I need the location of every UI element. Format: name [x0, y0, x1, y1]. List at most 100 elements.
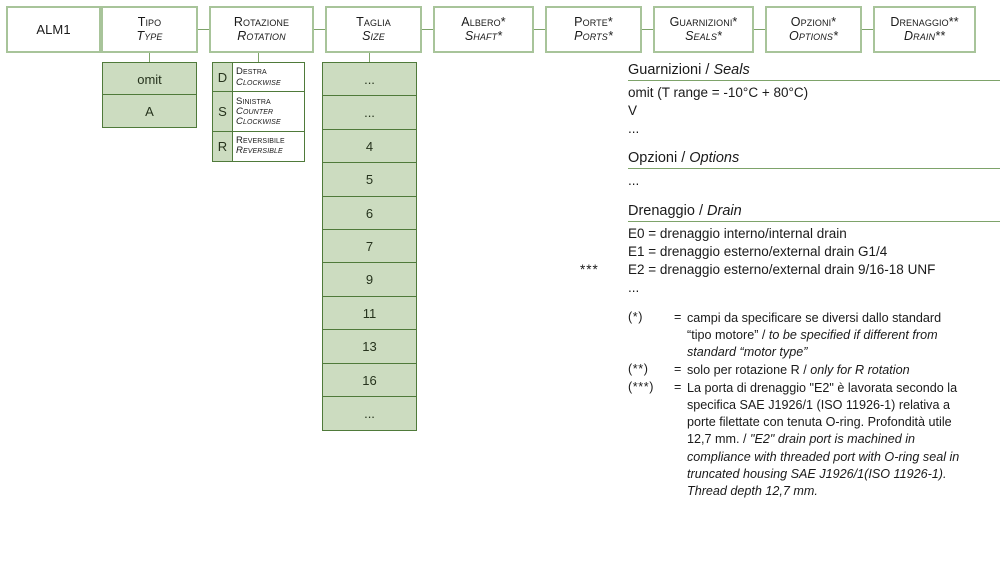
drain-option-desc-en: external drain 9/16-18 UNF [772, 262, 936, 278]
options-section-title: Opzioni / Options [628, 150, 1000, 168]
header-box: Albero* Shaft* [433, 6, 534, 53]
header-box-label-en: Type [136, 28, 163, 43]
footnote-marker: (**) [628, 361, 649, 376]
size-option-cell[interactable]: ... [322, 95, 417, 131]
footnote-text-line: Thread depth 12,7 mm. [687, 483, 1000, 500]
spacer-options-drain [628, 190, 1000, 203]
drain-section-title: Drenaggio / Drain [628, 203, 1000, 221]
header-box: Porte* Ports* [545, 6, 642, 53]
type-option-column: omit A [102, 62, 197, 129]
legend-panel: Guarnizioni / Seals omit (T range = -10°… [580, 62, 1000, 501]
footnote-marker: (*) [628, 309, 644, 324]
footnote-text-line: solo per rotazione R / only for R rotati… [687, 362, 1000, 379]
footnote-row: (***) = La porta di drenaggio "E2" è lavor… [628, 380, 1000, 500]
seals-lines: omit (T range = -10°C + 80°C) V... [628, 84, 1000, 137]
header-box: ALM1 [6, 6, 101, 53]
options-rule [628, 168, 1000, 170]
header-box-label-en: Options* [789, 28, 838, 43]
options-title-it: Opzioni [628, 150, 678, 167]
footnote-text: solo per rotazione R / only for R rotati… [687, 362, 1000, 379]
footnote-text-line: La porta di drenaggio "E2" è lavorata se… [687, 380, 1000, 397]
seals-title-sep: / [701, 62, 714, 78]
rotation-option-desc: Sinistra Counter Clockwise [233, 91, 305, 133]
type-option-cell[interactable]: omit [102, 62, 197, 96]
footnote-text: La porta di drenaggio "E2" è lavorata se… [687, 380, 1000, 500]
rotation-option-code: R [212, 130, 233, 162]
footnote-text-line: specifica SAE J1926/1 (ISO 11926-1) rela… [687, 397, 1000, 414]
rotation-desc-it: Destra [236, 66, 267, 78]
header-box-label-it: Opzioni* [790, 15, 837, 30]
rotation-option-row[interactable]: S Sinistra Counter Clockwise [212, 91, 305, 133]
header-box-label-en: Drain** [904, 28, 945, 43]
drain-title-en: Drain [707, 203, 742, 220]
footnote-text-it: solo per rotazione R / [687, 362, 811, 377]
size-option-cell[interactable]: ... [322, 396, 417, 432]
size-option-cell[interactable]: 5 [322, 162, 417, 198]
size-option-cell[interactable]: 7 [322, 229, 417, 265]
footnote-text-it: 12,7 mm. / [687, 432, 750, 447]
header-box-label-it: Guarnizioni* [669, 15, 738, 30]
header-box-label-en: Rotation [237, 28, 286, 43]
footnote-text-en: Thread depth 12,7 mm. [687, 483, 818, 498]
header-box: Drenaggio** Drain** [873, 6, 976, 53]
header-box-label-it: Rotazione [233, 15, 290, 30]
size-option-cell[interactable]: 13 [322, 329, 417, 365]
rotation-option-desc: Reversibile Reversible [233, 130, 305, 162]
drain-title-sep: / [694, 203, 708, 220]
drain-option-line: *** E2 = drenaggio esterno/external drain… [580, 261, 1000, 279]
header-box-label-it: Porte* [574, 15, 613, 30]
footnote-text-line: 12,7 mm. / "E2" drain port is machined i… [687, 431, 1000, 448]
size-option-cell[interactable]: 16 [322, 362, 417, 398]
header-box: Opzioni* Options* [765, 6, 862, 53]
footnote-text-en: "E2" drain port is machined in [750, 432, 916, 447]
options-line: ... [628, 173, 640, 189]
header-box: Taglia Size [325, 6, 422, 53]
size-option-cell[interactable]: 11 [322, 295, 417, 331]
rotation-desc-en: Reversible [236, 145, 283, 157]
spacer-seals-options [628, 137, 1000, 150]
header-connector-dash [198, 29, 209, 30]
footnote-text-line: “tipo motore” / to be specified if diffe… [687, 327, 1000, 344]
rotation-option-row[interactable]: D Destra Clockwise [212, 62, 305, 93]
rotation-option-row[interactable]: R Reversibile Reversible [212, 130, 305, 162]
drain-title-it: Drenaggio [628, 203, 695, 220]
seals-line: V [628, 102, 638, 118]
header-box: Tipo Type [101, 6, 198, 53]
connector-stub-size [369, 53, 370, 62]
drain-option-code: E2 = drenaggio esterno/ [628, 262, 773, 278]
header-box-label-it: Taglia [356, 15, 391, 30]
drain-option-code: E0 = drenaggio interno/ [628, 226, 769, 242]
size-option-cell[interactable]: 6 [322, 195, 417, 231]
seals-title-en: Seals [713, 62, 750, 78]
footnote-text-line: porte filettate con tenuta O-ring. Profo… [687, 414, 1000, 431]
header-box-label-en: Shaft* [464, 28, 503, 43]
options-section: Opzioni / Options ... [628, 150, 1000, 190]
size-option-column: ...... 4 5 6 7 9 11 13 16... [322, 62, 417, 432]
header-box-label-en: Ports* [574, 28, 613, 43]
options-lines: ... [628, 172, 1000, 190]
footnote-text: campi da specificare se diversi dallo st… [687, 310, 1000, 361]
header-box-label-it: ALM1 [36, 21, 71, 37]
drain-footnote-marker: *** [580, 262, 599, 278]
header-connector-dash [422, 29, 433, 30]
footnote-text-line: standard “motor type” [687, 344, 1000, 361]
seals-line: omit (T range = -10°C + 80°C) [628, 85, 809, 100]
header-box: Rotazione Rotation [209, 6, 314, 53]
rotation-desc-en: Clockwise [236, 76, 281, 88]
drain-section: Drenaggio / Drain E0 = drenaggio interno… [580, 203, 1000, 297]
size-option-cell[interactable]: 9 [322, 262, 417, 298]
seals-rule [628, 80, 1000, 81]
header-box-label-it: Albero* [461, 15, 506, 30]
type-option-cell[interactable]: A [102, 94, 197, 129]
seals-title-it: Guarnizioni [628, 62, 702, 78]
rotation-option-desc: Destra Clockwise [233, 62, 305, 93]
header-connector-dash [314, 29, 325, 30]
footnote-text-it: specifica SAE J1926/1 (ISO 11926-1) rela… [687, 398, 950, 413]
drain-rule [628, 221, 1000, 223]
drain-option-desc-en: external drain G1/4 [772, 244, 888, 260]
drain-option-line: E0 = drenaggio interno/internal drain [628, 225, 1000, 243]
footnote-text-en: standard “motor type” [687, 344, 808, 359]
seals-line: ... [628, 120, 640, 136]
size-option-cell[interactable]: 4 [322, 128, 417, 164]
size-option-cell[interactable]: ... [322, 62, 417, 97]
